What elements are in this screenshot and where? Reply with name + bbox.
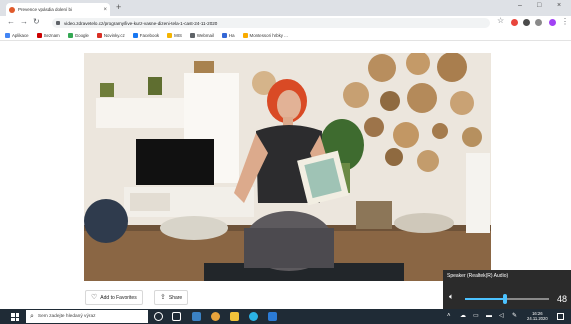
bookmark-item[interactable]: Facebook xyxy=(132,32,160,38)
bookmark-label: Novinky.cz xyxy=(103,32,125,38)
bookmark-favicon-icon xyxy=(36,32,42,38)
bookmark-item[interactable]: Ha xyxy=(221,32,235,38)
bookmark-label: Webmail xyxy=(196,32,214,38)
taskbar-clock[interactable]: 16:26 24.11.2020 xyxy=(527,311,548,321)
tab-close-icon[interactable]: × xyxy=(103,7,107,13)
bookmark-label: Montessori hrbky ... xyxy=(249,32,288,38)
address-url: video.zdravetelo.cz/programy/live-kurz-v… xyxy=(64,20,218,26)
minimize-button[interactable]: – xyxy=(518,2,522,9)
close-window-button[interactable]: × xyxy=(557,2,561,9)
bookmark-label: Google xyxy=(74,32,89,38)
bookmark-label: Facebook xyxy=(139,32,160,38)
new-tab-button[interactable]: + xyxy=(116,3,121,12)
bookmark-item[interactable]: Aplikace xyxy=(5,32,29,38)
audio-device-name: Speaker (Realtek(R) Audio) xyxy=(447,273,509,279)
extension-icon[interactable] xyxy=(523,19,530,26)
back-arrow-icon[interactable]: ← xyxy=(7,18,15,26)
volume-level: 48 xyxy=(556,294,567,304)
bookmark-item[interactable]: Webmail xyxy=(189,32,214,38)
volume-flyout: Speaker (Realtek(R) Audio) 🔈︎ 48 xyxy=(443,270,571,309)
bookmark-item[interactable]: Seznam xyxy=(36,32,60,38)
extension-icon[interactable] xyxy=(535,19,542,26)
task-view-icon[interactable] xyxy=(172,312,181,321)
share-button[interactable]: ⇪ Share xyxy=(154,290,189,305)
clock-date: 24.11.2020 xyxy=(527,316,548,322)
profile-avatar[interactable] xyxy=(549,19,556,26)
volume-slider-fill xyxy=(465,298,506,300)
extension-icon[interactable] xyxy=(511,19,518,26)
maximize-button[interactable]: □ xyxy=(537,2,541,9)
bookmark-label: MIS xyxy=(174,32,182,38)
forward-arrow-icon[interactable]: → xyxy=(20,18,28,26)
tab-strip: Prevence vpásdia dolení bi × + – □ × xyxy=(0,0,571,16)
bookmark-label: Seznam xyxy=(43,32,60,38)
volume-icon[interactable]: ◁ xyxy=(499,313,504,319)
reload-icon[interactable]: ↻ xyxy=(33,18,40,26)
skype-icon[interactable] xyxy=(249,312,258,321)
bookmark-item[interactable]: Novinky.cz xyxy=(96,32,125,38)
bookmark-favicon-icon xyxy=(242,32,248,38)
bookmark-favicon-icon xyxy=(67,32,73,38)
tray-chevron-icon[interactable]: ˄ xyxy=(447,313,451,319)
cortana-icon[interactable] xyxy=(154,312,163,321)
volume-slider[interactable] xyxy=(465,294,549,304)
bookmark-favicon-icon xyxy=(189,32,195,38)
speaker-icon[interactable]: 🔈︎ xyxy=(449,293,454,301)
tab-favicon-icon xyxy=(9,6,15,13)
video-frame xyxy=(84,53,491,281)
store-icon[interactable] xyxy=(268,312,277,321)
heart-icon: ♡ xyxy=(91,294,98,301)
add-to-favorites-button[interactable]: ♡ Add to Favorites xyxy=(85,290,143,305)
bookmark-item[interactable]: MIS xyxy=(167,32,182,38)
file-explorer-icon[interactable] xyxy=(230,312,239,321)
share-icon: ⇪ xyxy=(160,294,166,301)
bookmarks-bar: Aplikace Seznam Google Novinky.cz Facebook MI… xyxy=(0,30,571,41)
taskbar-search-text: Sem zadejte hledaný výraz xyxy=(37,314,96,319)
bookmark-label: Aplikace xyxy=(12,32,29,38)
browser-tab[interactable]: Prevence vpásdia dolení bi × xyxy=(6,3,110,16)
share-label: Share xyxy=(168,294,183,301)
bookmark-item[interactable]: Montessori hrbky ... xyxy=(242,32,288,38)
bookmark-favicon-icon xyxy=(221,32,227,38)
volume-slider-thumb[interactable] xyxy=(503,294,508,304)
cloud-icon[interactable]: ☁ xyxy=(460,313,466,319)
web-page: ♡ Add to Favorites ⇪ Share xyxy=(0,41,571,309)
bookmark-label: Ha xyxy=(228,32,235,38)
windows-start-icon[interactable] xyxy=(11,313,19,321)
tab-title: Prevence vpásdia dolení bi xyxy=(18,7,73,12)
add-to-favorites-label: Add to Favorites xyxy=(100,294,137,301)
bookmark-star-icon[interactable]: ☆ xyxy=(497,17,504,25)
taskbar: ⌕ Sem zadejte hledaný výraz ˄ ☁ ▭ ▬ ◁ ✎ … xyxy=(0,309,571,324)
video-player[interactable] xyxy=(84,53,491,281)
lock-icon xyxy=(56,21,60,25)
menu-dots-icon[interactable]: ⋮ xyxy=(561,18,569,26)
notification-icon[interactable] xyxy=(557,313,564,320)
address-bar[interactable]: video.zdravetelo.cz/programy/live-kurz-v… xyxy=(52,18,490,28)
bookmark-favicon-icon xyxy=(132,32,138,38)
edge-icon[interactable] xyxy=(192,312,201,321)
bookmark-favicon-icon xyxy=(5,32,10,38)
taskbar-search-box[interactable]: ⌕ Sem zadejte hledaný výraz xyxy=(26,310,148,323)
chrome-icon[interactable] xyxy=(211,312,220,321)
bookmark-item[interactable]: Google xyxy=(67,32,89,38)
language-icon[interactable]: ✎ xyxy=(512,313,517,319)
bookmark-favicon-icon xyxy=(167,32,173,38)
battery-icon[interactable]: ▬ xyxy=(486,313,492,319)
network-icon[interactable]: ▭ xyxy=(473,313,479,319)
bookmark-favicon-icon xyxy=(96,32,102,38)
search-icon: ⌕ xyxy=(30,313,34,320)
browser-toolbar: ← → ↻ video.zdravetelo.cz/programy/live-… xyxy=(0,16,571,30)
